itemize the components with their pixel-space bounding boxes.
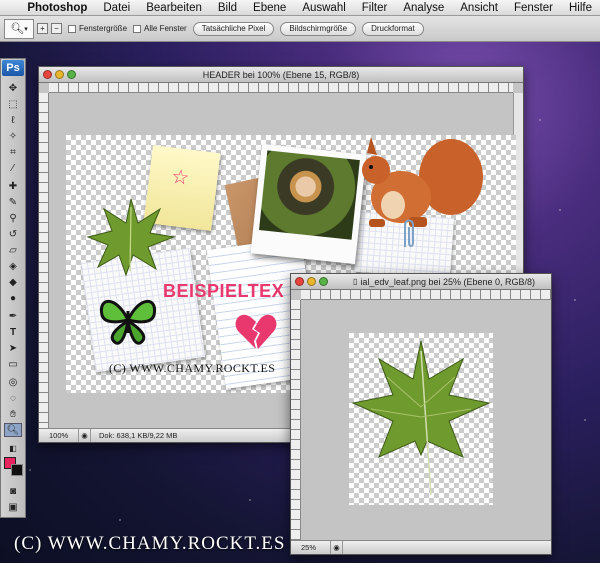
fenstergroesse-checkbox[interactable]: Fenstergröße <box>68 24 127 33</box>
path-selection-tool-icon[interactable]: ➤ <box>4 341 22 355</box>
menu-bearbeiten[interactable]: Bearbeiten <box>138 2 210 14</box>
butterfly-image <box>99 299 157 345</box>
status-menu-icon[interactable]: ◉ <box>79 429 91 442</box>
pen-tool-icon[interactable]: ✒ <box>4 309 22 323</box>
shape-tool-icon[interactable]: ▭ <box>4 357 22 371</box>
menu-datei[interactable]: Datei <box>95 2 138 14</box>
leaf-window-titlebar[interactable]: ▯ ial_edv_leaf.png bei 25% (Ebene 0, RGB… <box>291 274 551 290</box>
menu-bild[interactable]: Bild <box>210 2 245 14</box>
type-tool-icon[interactable]: T <box>4 325 22 339</box>
leaf-canvas[interactable] <box>349 333 493 505</box>
menu-ansicht[interactable]: Ansicht <box>452 2 506 14</box>
header-doc-info: Dok: 638,1 KB/9,22 MB <box>99 431 178 440</box>
watermark-text: (C) WWW.CHAMY.ROCKT.ES <box>14 533 286 554</box>
menu-auswahl[interactable]: Auswahl <box>294 2 353 14</box>
move-tool-icon[interactable]: ✥ <box>4 81 22 95</box>
background-color-swatch[interactable] <box>11 464 23 476</box>
canvas-url-text: (C) WWW.CHAMY.ROCKT.ES <box>109 361 276 375</box>
ps-logo: Ps <box>2 60 24 76</box>
leaf-document-window: ▯ ial_edv_leaf.png bei 25% (Ebene 0, RGB… <box>290 273 552 555</box>
leaf-status-bar: 25% ◉ <box>291 540 551 554</box>
3d-orbit-tool-icon[interactable]: ◌ <box>4 391 22 405</box>
paperclip-image <box>404 219 414 247</box>
status-menu-icon[interactable]: ◉ <box>331 541 343 554</box>
menu-hilfe[interactable]: Hilfe <box>561 2 600 14</box>
app-menu[interactable]: Photoshop <box>23 2 95 14</box>
zoom-window-icon[interactable] <box>319 277 328 286</box>
menu-fenster[interactable]: Fenster <box>506 2 561 14</box>
lasso-tool-icon[interactable]: ℓ <box>4 113 22 127</box>
dodge-tool-icon[interactable]: ● <box>4 291 22 305</box>
actual-pixels-button[interactable]: Tatsächliche Pixel <box>192 21 275 36</box>
maple-leaf-image <box>86 198 176 277</box>
star-icon: ☆ <box>169 165 191 190</box>
tools-panel: Ps ✥ ⬚ ℓ ✧ ⌗ ⁄ ✚ ✎ ⚲ ↺ ▱ ◈ ◆ ● ✒ T ➤ ▭ ◎… <box>0 58 26 518</box>
quick-mask-icon[interactable]: ◙ <box>4 484 22 498</box>
broken-heart-image <box>235 314 277 349</box>
hand-tool-icon[interactable]: ✋︎ <box>4 407 22 421</box>
menu-analyse[interactable]: Analyse <box>395 2 452 14</box>
vertical-ruler[interactable] <box>39 93 49 428</box>
girl-with-leaf-photo <box>259 150 360 240</box>
fit-screen-button[interactable]: Bildschirmgröße <box>280 21 357 36</box>
print-size-button[interactable]: Druckformat <box>362 21 424 36</box>
zoom-icon: 🔍︎ <box>10 23 25 35</box>
default-colors-icon[interactable]: ◧ <box>4 441 22 455</box>
zoom-window-icon[interactable] <box>67 70 76 79</box>
minimize-window-icon[interactable] <box>307 277 316 286</box>
marquee-tool-icon[interactable]: ⬚ <box>4 97 22 111</box>
magic-wand-tool-icon[interactable]: ✧ <box>4 129 22 143</box>
header-window-title: HEADER bei 100% (Ebene 15, RGB/8) <box>202 69 360 80</box>
leaf-zoom-field[interactable]: 25% <box>291 541 331 554</box>
horizontal-ruler[interactable] <box>301 290 551 300</box>
tool-preset-picker[interactable]: 🔍︎ ▾ <box>4 18 34 39</box>
crop-tool-icon[interactable]: ⌗ <box>4 145 22 159</box>
close-window-icon[interactable] <box>43 70 52 79</box>
menu-ebene[interactable]: Ebene <box>245 2 294 14</box>
document-icon: ▯ <box>353 277 358 286</box>
vertical-ruler[interactable] <box>291 300 301 540</box>
zoom-out-icon[interactable]: − <box>51 23 62 34</box>
options-bar: 🔍︎ ▾ + − Fenstergröße Alle Fenster Tatsäc… <box>0 16 600 42</box>
header-window-titlebar[interactable]: HEADER bei 100% (Ebene 15, RGB/8) <box>39 67 523 83</box>
history-brush-tool-icon[interactable]: ↺ <box>4 227 22 241</box>
zoom-in-icon[interactable]: + <box>37 23 48 34</box>
brush-tool-icon[interactable]: ✎ <box>4 195 22 209</box>
large-maple-leaf-image <box>351 340 491 496</box>
eyedropper-tool-icon[interactable]: ⁄ <box>4 161 22 175</box>
canvas-sample-text: BEISPIELTEX <box>163 281 285 301</box>
eraser-tool-icon[interactable]: ▱ <box>4 243 22 257</box>
menu-bar: Photoshop Datei Bearbeiten Bild Ebene Au… <box>0 0 600 16</box>
polaroid-photo <box>250 143 367 265</box>
zoom-tool-icon[interactable]: 🔍︎ <box>4 423 22 437</box>
clone-stamp-tool-icon[interactable]: ⚲ <box>4 211 22 225</box>
alle-fenster-checkbox[interactable]: Alle Fenster <box>133 24 187 33</box>
close-window-icon[interactable] <box>295 277 304 286</box>
header-zoom-field[interactable]: 100% <box>39 429 79 442</box>
horizontal-ruler[interactable] <box>49 83 513 93</box>
leaf-window-title: ial_edv_leaf.png bei 25% (Ebene 0, RGB/8… <box>360 276 536 287</box>
menu-filter[interactable]: Filter <box>354 2 396 14</box>
paint-bucket-tool-icon[interactable]: ◈ <box>4 259 22 273</box>
minimize-window-icon[interactable] <box>55 70 64 79</box>
screen-mode-icon[interactable]: ▣ <box>4 500 22 514</box>
healing-tool-icon[interactable]: ✚ <box>4 179 22 193</box>
blur-tool-icon[interactable]: ◆ <box>4 275 22 289</box>
3d-rotate-tool-icon[interactable]: ◎ <box>4 375 22 389</box>
